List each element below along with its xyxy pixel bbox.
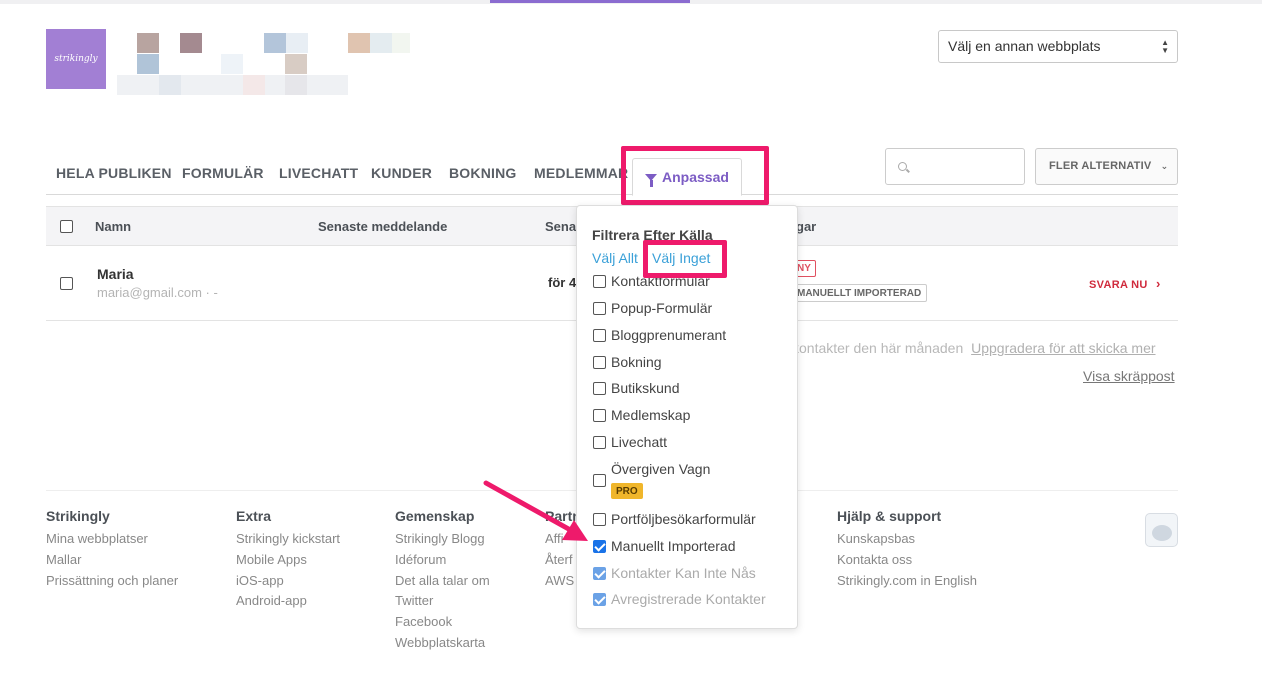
select-all-checkbox[interactable]	[60, 220, 73, 233]
contact-email: maria@gmail.com · -	[97, 285, 218, 300]
option-checkbox[interactable]	[593, 513, 606, 526]
option-checkbox[interactable]	[593, 302, 606, 315]
tab-all-audience[interactable]: HELA PUBLIKEN	[56, 165, 172, 181]
chevron-down-icon: ⌄	[1160, 161, 1169, 171]
footer-link[interactable]: Mallar	[46, 550, 178, 571]
limit-note: kontakter den här månaden Uppgradera för…	[792, 340, 1156, 356]
reply-now-label: SVARA NU	[1089, 279, 1148, 291]
footer-heading: Strikingly	[46, 508, 110, 524]
footer-column-community: Gemenskap Strikingly Blogg Idéforum Det …	[395, 508, 490, 654]
footer-link[interactable]: Kontakta oss	[837, 550, 977, 571]
search-icon	[898, 162, 907, 171]
top-accent-bar	[490, 0, 690, 3]
mascot-icon	[1145, 513, 1178, 547]
option-checkbox[interactable]	[593, 409, 606, 422]
site-select[interactable]: Välj en annan webbplats ▲ ▼	[938, 30, 1178, 63]
contact-name: Maria	[97, 266, 134, 282]
option-label: Avregistrerade Kontakter	[611, 591, 766, 607]
chevron-right-icon: ›	[1155, 276, 1161, 291]
tab-booking[interactable]: BOKNING	[449, 165, 517, 181]
option-label: Medlemskap	[611, 407, 691, 423]
tab-forms[interactable]: FORMULÄR	[182, 165, 264, 181]
option-checkbox[interactable]	[593, 329, 606, 342]
limit-note-text: kontakter den här månaden	[792, 340, 964, 356]
option-label: Kontakter Kan Inte Nås	[611, 565, 756, 581]
option-checkbox[interactable]	[593, 540, 606, 553]
footer-column-help: Hjälp & support Kunskapsbas Kontakta oss…	[837, 508, 977, 591]
option-label: Popup-Formulär	[611, 300, 713, 316]
column-last-message[interactable]: Senaste meddelande	[318, 219, 447, 234]
footer-link[interactable]: Strikingly.com in English	[837, 571, 977, 592]
option-checkbox[interactable]	[593, 474, 606, 487]
row-checkbox[interactable]	[60, 277, 73, 290]
footer-link[interactable]: Mina webbplatser	[46, 529, 178, 550]
contact-sent-time: för 4	[548, 275, 577, 290]
badge-manually-imported: MANUELLT IMPORTERAD	[792, 284, 928, 302]
show-spam-link[interactable]: Visa skräppost	[1083, 368, 1175, 384]
option-label: Livechatt	[611, 434, 668, 450]
select-arrows-icon: ▲ ▼	[1161, 38, 1169, 55]
filter-option[interactable]: Medlemskap	[593, 407, 690, 423]
tab-livechat[interactable]: LIVECHATT	[279, 165, 358, 181]
filter-option[interactable]: Övergiven Vagn PRO	[593, 461, 710, 499]
footer-heading: Extra	[236, 508, 272, 524]
filter-option[interactable]: Butikskund	[593, 380, 679, 396]
option-label: Övergiven Vagn	[611, 461, 711, 477]
tab-members[interactable]: MEDLEMMAR	[534, 165, 628, 181]
footer-link[interactable]: Twitter	[395, 591, 490, 612]
option-label: Manuellt Importerad	[611, 538, 736, 554]
highlight-box-custom-tab	[621, 146, 769, 205]
column-name[interactable]: Namn	[95, 219, 131, 234]
footer-link[interactable]: Mobile Apps	[236, 550, 340, 571]
column-tags[interactable]: gar	[796, 219, 816, 234]
footer-link[interactable]: Facebook	[395, 612, 490, 633]
filter-option: Kontakter Kan Inte Nås	[593, 565, 756, 581]
filter-option[interactable]: Livechatt	[593, 434, 667, 450]
filter-option[interactable]: Bloggprenumerant	[593, 327, 726, 343]
search-input[interactable]	[885, 148, 1025, 185]
filter-option: Avregistrerade Kontakter	[593, 591, 766, 607]
site-logo-text: strikingly	[54, 54, 98, 64]
reply-now-button[interactable]: SVARA NU ›	[1089, 276, 1161, 291]
tab-customers[interactable]: KUNDER	[371, 165, 432, 181]
option-checkbox[interactable]	[593, 356, 606, 369]
pro-badge: PRO	[611, 483, 643, 499]
more-options-label: FLER ALTERNATIV	[1049, 160, 1152, 172]
option-label: Portföljbesökarformulär	[611, 511, 756, 527]
footer-heading: Hjälp & support	[837, 508, 942, 524]
filter-option[interactable]: Portföljbesökarformulär	[593, 511, 756, 527]
option-label: Butikskund	[611, 380, 680, 396]
option-checkbox[interactable]	[593, 275, 606, 288]
more-options-button[interactable]: FLER ALTERNATIV ⌄	[1035, 148, 1178, 185]
filter-option[interactable]: Manuellt Importerad	[593, 538, 736, 554]
option-checkbox[interactable]	[593, 382, 606, 395]
footer-link[interactable]: Webbplatskarta	[395, 633, 490, 654]
highlight-box-select-none	[643, 240, 727, 278]
column-sent[interactable]: Sena	[545, 219, 576, 234]
footer-link[interactable]: Idéforum	[395, 550, 490, 571]
footer-link[interactable]: Strikingly Blogg	[395, 529, 490, 550]
footer-column-extra: Extra Strikingly kickstart Mobile Apps i…	[236, 508, 340, 612]
option-checkbox	[593, 567, 606, 580]
footer-column-strikingly: Strikingly Mina webbplatser Mallar Priss…	[46, 508, 178, 591]
site-logo[interactable]: strikingly	[46, 29, 106, 89]
footer-link[interactable]: iOS-app	[236, 571, 340, 592]
filter-option[interactable]: Bokning	[593, 354, 662, 370]
footer-link[interactable]: Android-app	[236, 591, 340, 612]
upgrade-link[interactable]: Uppgradera för att skicka mer	[971, 340, 1155, 356]
option-label: Bloggprenumerant	[611, 327, 727, 343]
filter-option[interactable]: Popup-Formulär	[593, 300, 712, 316]
footer-link[interactable]: Kunskapsbas	[837, 529, 977, 550]
footer-heading: Gemenskap	[395, 508, 475, 524]
footer-link[interactable]: Strikingly kickstart	[236, 529, 340, 550]
site-select-value: Välj en annan webbplats	[948, 38, 1101, 54]
footer-link[interactable]: Prissättning och planer	[46, 571, 178, 592]
option-checkbox[interactable]	[593, 436, 606, 449]
select-all-link[interactable]: Välj Allt	[592, 250, 638, 266]
footer-link[interactable]: Det alla talar om	[395, 571, 490, 592]
option-label: Bokning	[611, 354, 662, 370]
option-checkbox	[593, 593, 606, 606]
